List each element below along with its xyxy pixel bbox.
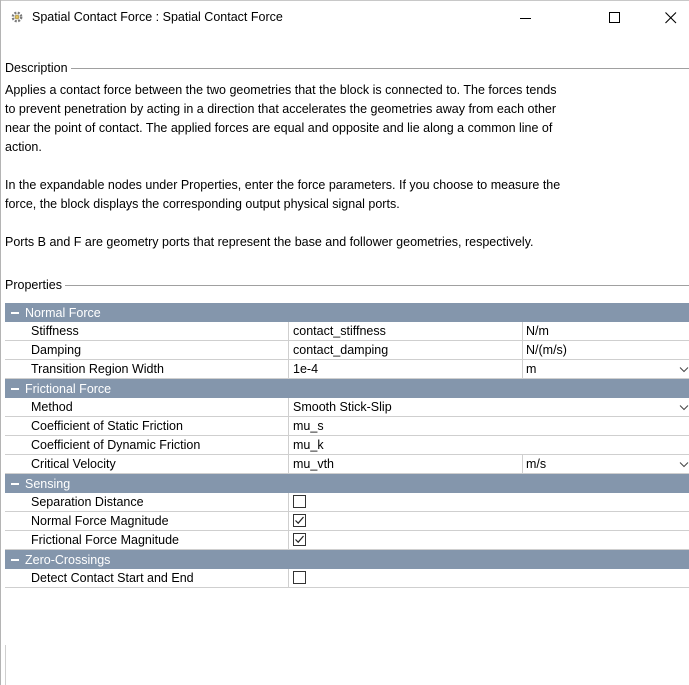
property-value-field[interactable]: contact_stiffness [289,322,523,340]
minimize-icon [520,17,531,19]
properties-group-header: Properties [5,277,689,293]
description-line: action. [5,140,42,154]
section-normal-force[interactable]: Normal Force [5,303,689,322]
property-row-transition-region-width: Transition Region Width 1e-4 m [5,360,689,379]
collapse-icon[interactable] [11,482,19,485]
section-label: Zero-Crossings [25,552,111,567]
description-line: to prevent penetration by acting in a di… [5,102,557,116]
chevron-down-icon[interactable] [678,363,689,375]
description-line: near the point of contact. The applied f… [5,121,553,135]
property-row-separation-distance: Separation Distance [5,493,689,512]
unit-value: m [526,362,537,376]
collapse-icon[interactable] [11,311,19,314]
property-row-critical-velocity: Critical Velocity mu_vth m/s [5,455,689,474]
description-line: force, the block displays the correspond… [5,197,400,211]
gear-icon [11,11,23,23]
description-line: In the expandable nodes under Properties… [5,178,561,192]
chevron-down-icon[interactable] [678,401,689,413]
description-line: Ports B and F are geometry ports that re… [5,235,534,249]
chevron-down-icon[interactable] [678,458,689,470]
property-name: Transition Region Width [5,360,289,378]
property-row-detect-contact: Detect Contact Start and End [5,569,689,588]
normal-force-magnitude-checkbox[interactable] [293,514,306,527]
dialog-window: Spatial Contact Force : Spatial Contact … [0,0,689,685]
property-name: Critical Velocity [5,455,289,473]
checkmark-icon [295,535,304,544]
property-name: Damping [5,341,289,359]
property-row-static-friction: Coefficient of Static Friction mu_s [5,417,689,436]
property-row-normal-force-magnitude: Normal Force Magnitude [5,512,689,531]
property-name: Frictional Force Magnitude [5,531,289,549]
property-row-method: Method Smooth Stick-Slip [5,398,689,417]
collapse-icon[interactable] [11,387,19,390]
property-value-field[interactable]: mu_vth [289,455,523,473]
minimize-button[interactable] [503,1,549,34]
property-row-dynamic-friction: Coefficient of Dynamic Friction mu_k [5,436,689,455]
title-bar[interactable]: Spatial Contact Force : Spatial Contact … [1,0,689,34]
unit-field[interactable]: N/(m/s) [523,341,689,359]
description-group-header: Description [5,60,689,76]
unit-field[interactable]: N/m [523,322,689,340]
property-name: Coefficient of Dynamic Friction [5,436,289,454]
description-line: Applies a contact force between the two … [5,83,557,97]
maximize-button[interactable] [592,1,638,34]
property-name: Coefficient of Static Friction [5,417,289,435]
method-value: Smooth Stick-Slip [293,400,392,414]
method-dropdown[interactable]: Smooth Stick-Slip [289,398,689,416]
frictional-force-magnitude-checkbox[interactable] [293,533,306,546]
section-label: Sensing [25,476,71,491]
unit-dropdown[interactable]: m/s [523,455,689,473]
property-value-field[interactable]: mu_s [289,417,689,435]
property-name: Normal Force Magnitude [5,512,289,530]
unit-value: m/s [526,457,547,471]
description-text: Applies a contact force between the two … [5,81,689,252]
property-row-frictional-force-magnitude: Frictional Force Magnitude [5,531,689,550]
section-frictional-force[interactable]: Frictional Force [5,379,689,398]
property-name: Separation Distance [5,493,289,511]
unit-dropdown[interactable]: m [523,360,689,378]
separation-distance-checkbox[interactable] [293,495,306,508]
property-value-field[interactable]: contact_damping [289,341,523,359]
property-value-field[interactable]: mu_k [289,436,689,454]
window-title: Spatial Contact Force : Spatial Contact … [32,10,283,24]
section-label: Normal Force [25,305,101,320]
property-value-field[interactable]: 1e-4 [289,360,523,378]
divider [70,67,689,69]
divider [64,284,689,286]
property-name: Detect Contact Start and End [5,569,289,587]
collapse-icon[interactable] [11,558,19,561]
close-icon [665,11,677,23]
description-header: Description [5,61,68,75]
close-button[interactable] [648,1,689,34]
properties-empty-area [5,645,689,685]
checkmark-icon [295,516,304,525]
property-name: Stiffness [5,322,289,340]
properties-table: Normal Force Stiffness contact_stiffness… [5,303,689,588]
section-sensing[interactable]: Sensing [5,474,689,493]
property-row-damping: Damping contact_damping N/(m/s) [5,341,689,360]
detect-contact-checkbox[interactable] [293,571,306,584]
section-zero-crossings[interactable]: Zero-Crossings [5,550,689,569]
section-label: Frictional Force [25,381,112,396]
maximize-icon [609,11,620,23]
property-name: Method [5,398,289,416]
property-row-stiffness: Stiffness contact_stiffness N/m [5,322,689,341]
properties-header: Properties [5,278,62,292]
